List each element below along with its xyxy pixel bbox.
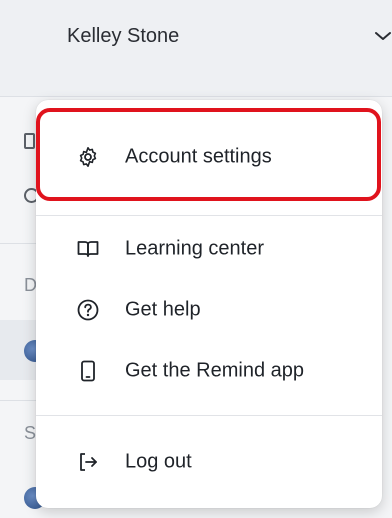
sidebar-divider: [0, 400, 40, 401]
menu-divider: [36, 215, 382, 216]
chevron-down-icon[interactable]: [373, 28, 392, 44]
menu-item-log-out[interactable]: Log out: [36, 434, 382, 490]
highlight-annotation: [36, 108, 381, 201]
sidebar-square-icon: [24, 133, 35, 149]
open-book-icon: [77, 241, 99, 257]
menu-item-get-help[interactable]: Get help: [36, 282, 382, 338]
user-header[interactable]: Kelley Stone: [0, 0, 392, 97]
question-circle-icon: [77, 299, 99, 321]
menu-item-learning-center[interactable]: Learning center: [36, 221, 382, 277]
menu-item-label: Log out: [125, 450, 192, 473]
menu-item-label: Learning center: [125, 237, 264, 260]
menu-item-get-remind-app[interactable]: Get the Remind app: [36, 343, 382, 399]
sidebar-divider: [0, 243, 40, 244]
phone-icon: [81, 360, 95, 382]
menu-item-label: Get the Remind app: [125, 359, 304, 382]
log-out-icon: [80, 453, 97, 471]
user-name: Kelley Stone: [67, 25, 180, 47]
menu-item-label: Get help: [125, 298, 201, 321]
menu-divider: [36, 415, 382, 416]
sidebar-section-letter: S: [24, 423, 37, 443]
